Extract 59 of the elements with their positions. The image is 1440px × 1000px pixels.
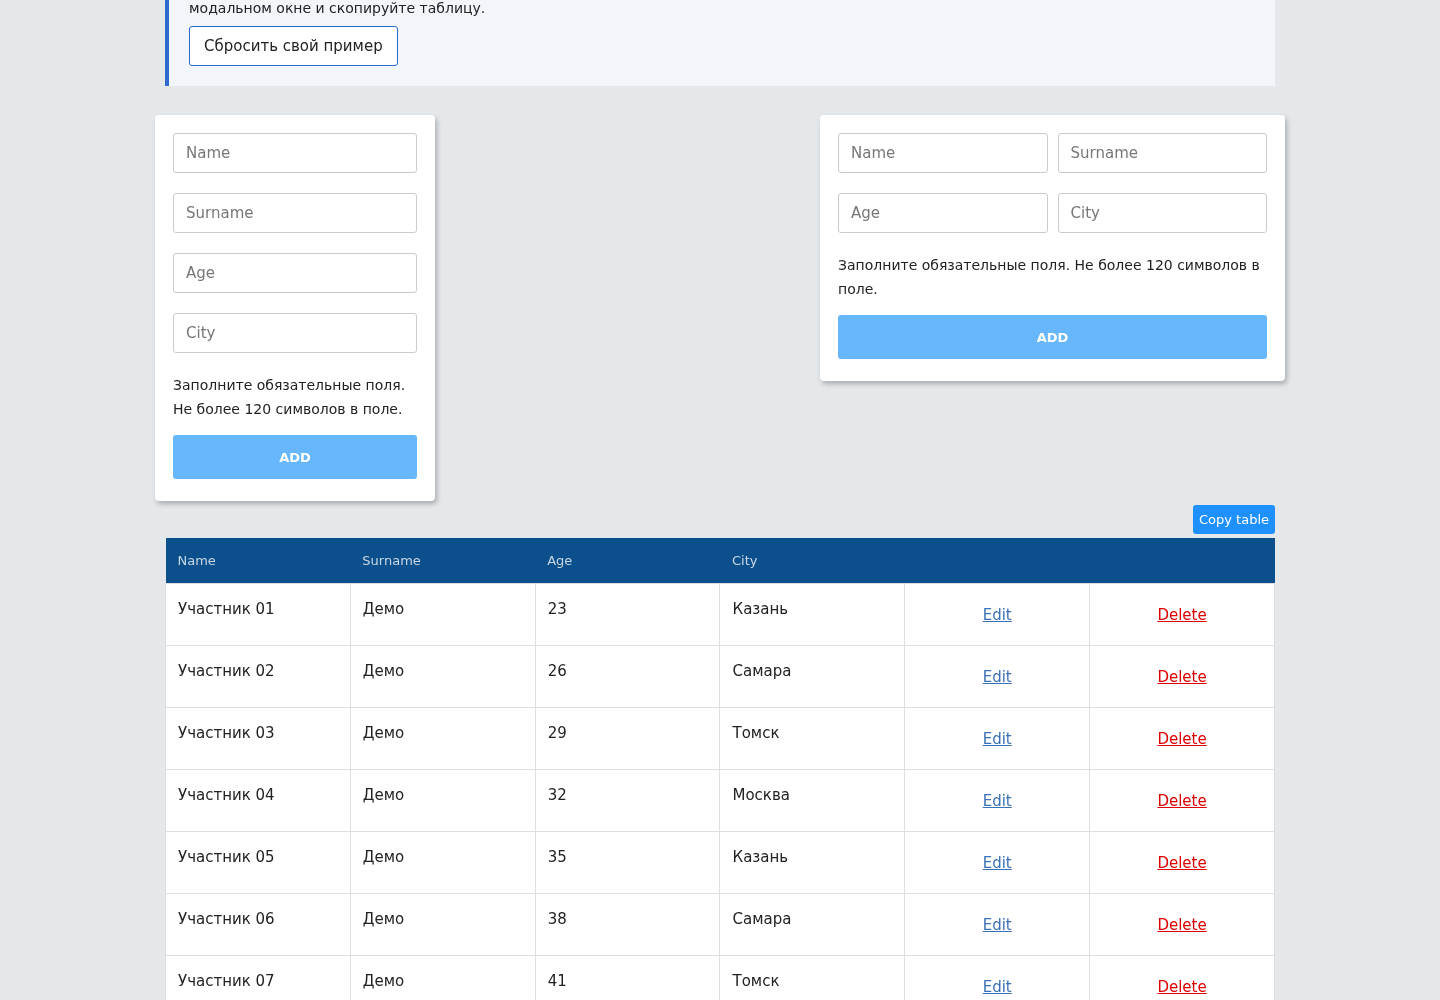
input-field[interactable]: City	[173, 313, 417, 353]
input-field[interactable]: Age	[173, 253, 417, 293]
table-cell: Демо	[350, 831, 536, 894]
edit-link[interactable]: Edit	[982, 916, 1012, 934]
input-field[interactable]: Surname	[173, 193, 417, 233]
delete-link[interactable]: Delete	[1157, 916, 1207, 934]
table-cell: Москва	[720, 769, 905, 832]
table-cell: 26	[535, 645, 720, 708]
notice-text: модальном окне и скопируйте таблицу.	[189, 0, 486, 16]
column-header: City	[720, 538, 905, 584]
table-cell: Демо	[350, 955, 536, 1000]
table-cell: 23	[535, 583, 720, 646]
table-cell: 38	[535, 893, 720, 956]
table-cell: Томск	[720, 955, 905, 1000]
column-header: Surname	[350, 538, 536, 584]
delete-link[interactable]: Delete	[1157, 730, 1207, 748]
table-cell: Участник 04	[165, 769, 351, 832]
input-field[interactable]: Surname	[1057, 133, 1267, 173]
table-cell: Казань	[720, 831, 905, 894]
table-cell: Демо	[350, 769, 536, 832]
table-cell: 41	[535, 955, 720, 1000]
table-cell: Демо	[350, 645, 536, 708]
table-cell: Демо	[350, 893, 536, 956]
input-field[interactable]: City	[1057, 193, 1267, 233]
delete-link[interactable]: Delete	[1157, 668, 1207, 686]
input-field[interactable]: Age	[838, 193, 1048, 233]
table-cell: Участник 06	[165, 893, 351, 956]
table-cell: Участник 03	[165, 707, 351, 770]
table-cell: Самара	[720, 893, 905, 956]
delete-link[interactable]: Delete	[1157, 978, 1207, 996]
edit-link[interactable]: Edit	[982, 854, 1012, 872]
edit-link[interactable]: Edit	[982, 606, 1012, 624]
column-header: Age	[535, 538, 720, 584]
table-cell: 29	[535, 707, 720, 770]
edit-link[interactable]: Edit	[982, 668, 1012, 686]
table-cell: Самара	[720, 645, 905, 708]
hint-text: Заполните обязательные поля. Не более 120 символов в поле.	[838, 256, 1261, 299]
table-cell: Участник 05	[165, 831, 351, 894]
table-cell: Участник 07	[165, 955, 351, 1000]
edit-link[interactable]: Edit	[982, 978, 1012, 996]
table-cell: 35	[535, 831, 720, 894]
table-cell: 32	[535, 769, 720, 832]
table-cell: Томск	[720, 707, 905, 770]
input-field[interactable]: Name	[173, 133, 417, 173]
table-cell: Участник 02	[165, 645, 351, 708]
table-cell: Участник 01	[165, 583, 351, 646]
edit-link[interactable]: Edit	[982, 792, 1012, 810]
table-cell: Казань	[720, 583, 905, 646]
delete-link[interactable]: Delete	[1157, 854, 1207, 872]
delete-link[interactable]: Delete	[1157, 606, 1207, 624]
input-field[interactable]: Name	[838, 133, 1048, 173]
reset-button[interactable]: Сбросить свой пример	[189, 26, 398, 66]
copy-table-button[interactable]: Copy table	[1192, 505, 1275, 534]
edit-link[interactable]: Edit	[982, 730, 1012, 748]
column-header: Name	[165, 538, 351, 584]
table-cell: Демо	[350, 707, 536, 770]
table-cell: Демо	[350, 583, 536, 646]
delete-link[interactable]: Delete	[1157, 792, 1207, 810]
hint-text: Заполните обязательные поля. Не более 120 символов в поле.	[173, 376, 407, 419]
